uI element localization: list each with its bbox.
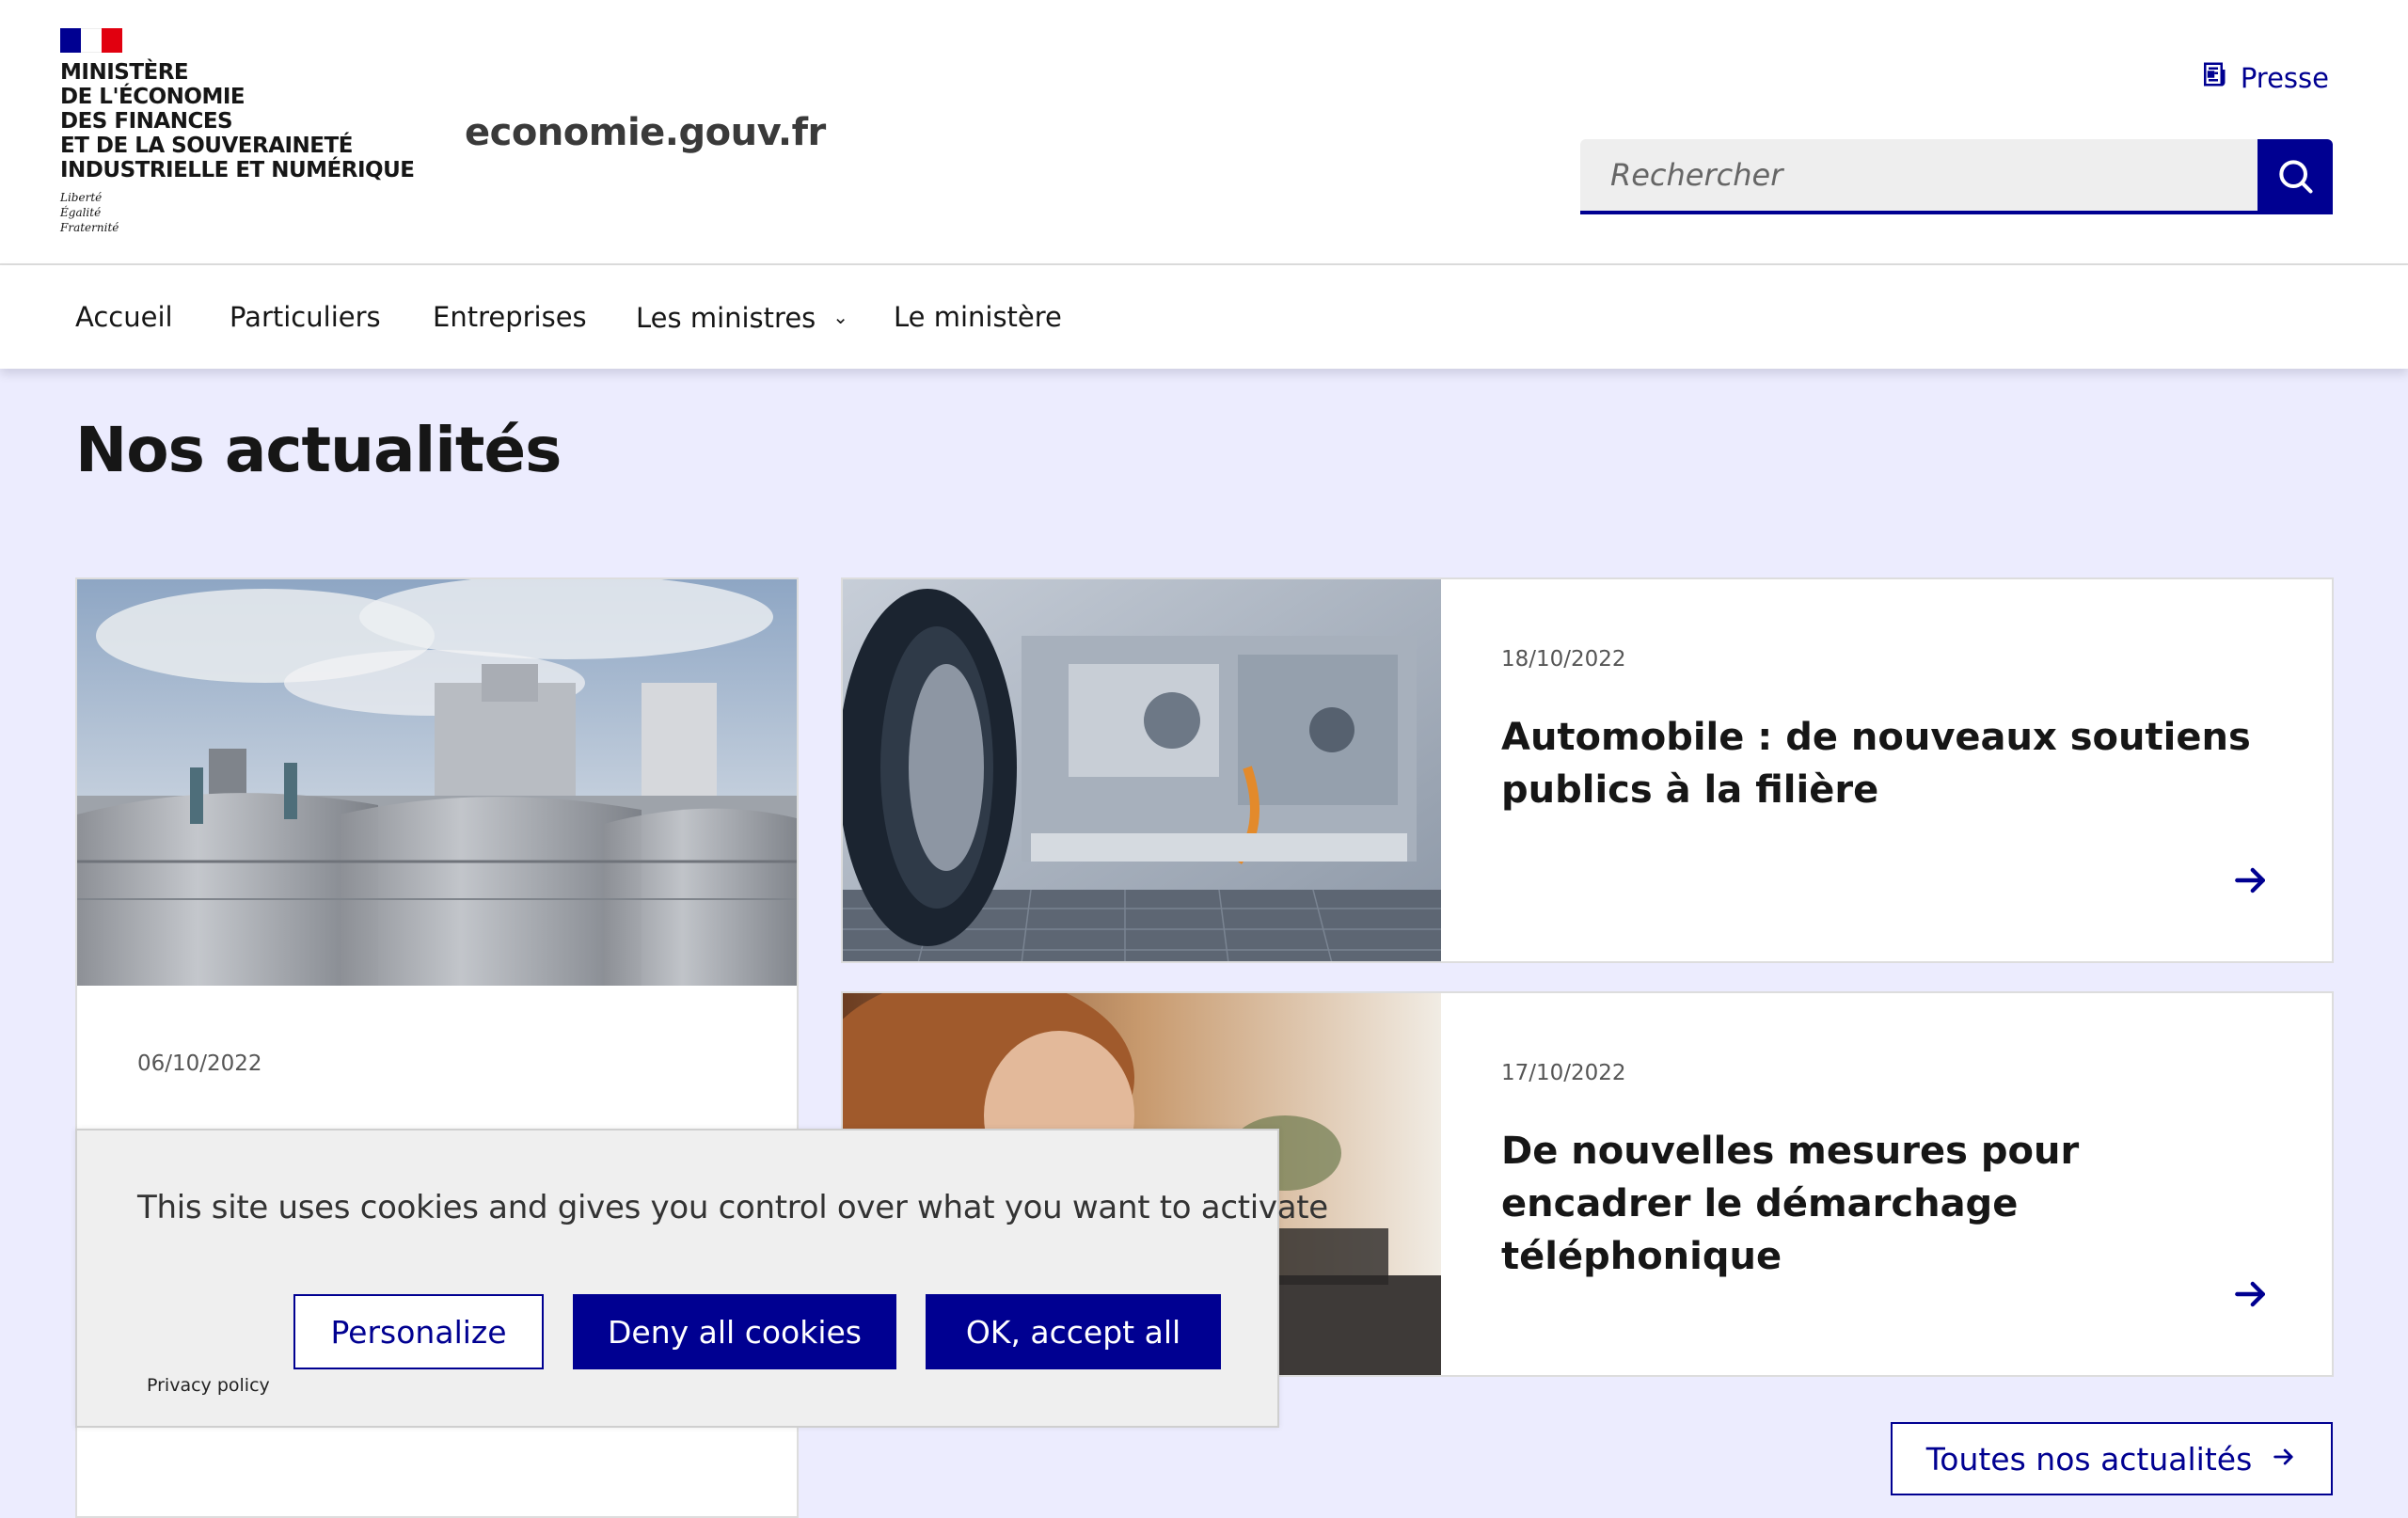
search-bar (1580, 139, 2333, 214)
news-title[interactable]: Automobile : de nouveaux soutiens public… (1501, 711, 2273, 816)
republic-motto: Liberté Égalité Fraternité (60, 190, 119, 235)
newspaper-icon (2199, 60, 2227, 95)
news-image-industrial-plant (77, 579, 797, 986)
nav-item-particuliers[interactable]: Particuliers (230, 265, 381, 369)
accept-all-cookies-button[interactable]: OK, accept all (926, 1294, 1221, 1369)
motto-line: Liberté (60, 191, 103, 204)
ministry-name-line: et de la Souveraineté (60, 134, 353, 158)
ministry-name-line: Ministère (60, 60, 189, 85)
cookie-banner: This site uses cookies and gives you con… (75, 1129, 1328, 1428)
section-title: Nos actualités (75, 414, 562, 486)
arrow-right-icon (2271, 1441, 2297, 1478)
personalize-cookies-button[interactable]: Personalize (293, 1294, 544, 1369)
ministry-name-line: des Finances (60, 109, 233, 134)
motto-line: Fraternité (60, 221, 119, 234)
ministry-name-line: de l'Économie (60, 85, 246, 109)
arrow-right-icon[interactable] (2230, 860, 2272, 901)
site-header: Ministère de l'Économie des Finances et … (0, 0, 2408, 265)
news-date: 17/10/2022 (1501, 1061, 1626, 1085)
cookie-banner-text: This site uses cookies and gives you con… (137, 1189, 1328, 1226)
chevron-down-icon: ⌄ (832, 306, 849, 328)
ministry-name[interactable]: Ministère de l'Économie des Finances et … (60, 60, 436, 182)
site-title[interactable]: economie.gouv.fr (465, 111, 826, 154)
presse-label: Presse (2240, 61, 2329, 94)
nav-item-entreprises[interactable]: Entreprises (433, 265, 587, 369)
presse-link[interactable]: Presse (2199, 60, 2329, 95)
arrow-right-icon[interactable] (2230, 1273, 2272, 1315)
all-news-button[interactable]: Toutes nos actualités (1891, 1422, 2333, 1495)
republique-francaise-flag-logo[interactable] (60, 28, 122, 53)
ministry-name-line: industrielle et numérique (60, 158, 415, 182)
deny-all-cookies-button[interactable]: Deny all cookies (573, 1294, 896, 1369)
news-date: 18/10/2022 (1501, 647, 1626, 672)
search-icon (2274, 155, 2316, 199)
news-date: 06/10/2022 (137, 1052, 262, 1076)
nav-item-label: Les ministres (636, 302, 816, 334)
privacy-policy-link[interactable]: Privacy policy (147, 1375, 270, 1396)
search-button[interactable] (2258, 139, 2333, 214)
news-card-automobile[interactable]: 18/10/2022 Automobile : de nouveaux sout… (841, 577, 2334, 963)
news-image-car-chassis (843, 579, 1441, 961)
nav-item-le-ministere[interactable]: Le ministère (894, 265, 1062, 369)
nav-item-les-ministres[interactable]: Les ministres ⌄ (636, 265, 848, 369)
search-input[interactable] (1580, 139, 2258, 214)
news-title[interactable]: De nouvelles mesures pour encadrer le dé… (1501, 1125, 2273, 1283)
main-navigation: Accueil Particuliers Entreprises Les min… (0, 265, 2408, 369)
nav-item-accueil[interactable]: Accueil (75, 265, 173, 369)
all-news-label: Toutes nos actualités (1925, 1440, 2253, 1478)
motto-line: Égalité (60, 206, 102, 219)
